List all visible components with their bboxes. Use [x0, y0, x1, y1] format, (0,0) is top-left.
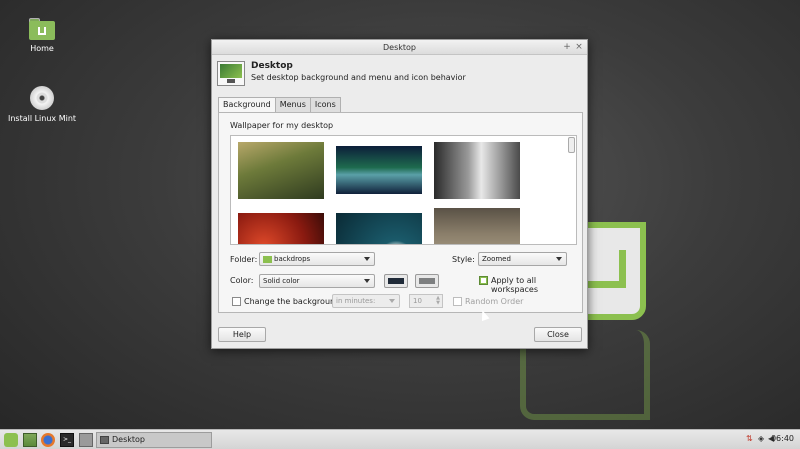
- window-close-button[interactable]: ×: [574, 40, 584, 55]
- home-folder-icon: [29, 18, 55, 40]
- minutes-spinner[interactable]: 10 ▲ ▼: [409, 294, 443, 308]
- tab-background[interactable]: Background: [218, 97, 276, 113]
- color-mode-value: Solid color: [263, 277, 300, 285]
- chevron-down-icon: [389, 299, 395, 303]
- taskbar-window-label: Desktop: [112, 435, 145, 444]
- apply-all-workspaces-label: Apply to all workspaces: [491, 276, 538, 294]
- background-panel: Wallpaper for my desktop Folder: backdro…: [218, 112, 583, 313]
- color-label: Color:: [230, 276, 254, 285]
- dialog-header: Desktop Set desktop background and menu …: [212, 55, 587, 89]
- change-background-label: Change the background: [244, 297, 341, 306]
- window-stick-button[interactable]: +: [562, 40, 572, 55]
- desktop-settings-icon: [217, 61, 245, 86]
- firefox-icon[interactable]: [41, 433, 55, 447]
- wallpaper-thumbnail[interactable]: [434, 142, 520, 199]
- wallpaper-thumbnail[interactable]: [434, 208, 520, 244]
- wallpaper-scrollbar[interactable]: [568, 137, 575, 153]
- secondary-color-button[interactable]: [415, 274, 439, 288]
- tab-icons[interactable]: Icons: [309, 97, 341, 112]
- tab-menus[interactable]: Menus: [274, 97, 311, 112]
- color-swatch: [388, 278, 404, 284]
- spinner-arrows-icon: ▲ ▼: [436, 295, 440, 306]
- desktop-icon-label: Install Linux Mint: [7, 114, 77, 123]
- wallpaper-section-label: Wallpaper for my desktop: [230, 121, 334, 130]
- taskbar-window-button[interactable]: Desktop: [96, 432, 212, 448]
- header-title: Desktop: [251, 61, 293, 71]
- change-background-checkbox[interactable]: [232, 297, 241, 306]
- show-desktop-icon[interactable]: [79, 433, 93, 447]
- folder-label: Folder:: [230, 255, 258, 264]
- desktop-icon-install-mint[interactable]: Install Linux Mint: [7, 86, 77, 124]
- window-title: Desktop: [383, 43, 416, 52]
- network-disconnected-icon[interactable]: ⇅: [746, 434, 753, 443]
- header-subtitle: Set desktop background and menu and icon…: [251, 73, 466, 82]
- interval-select[interactable]: in minutes:: [332, 294, 400, 308]
- style-label: Style:: [452, 255, 475, 264]
- disc-icon: [30, 86, 54, 110]
- folder-select[interactable]: backdrops: [259, 252, 375, 266]
- random-order-label: Random Order: [465, 297, 524, 306]
- window-icon: [100, 436, 109, 444]
- wallpaper-grid[interactable]: [230, 135, 577, 245]
- primary-color-button[interactable]: [384, 274, 408, 288]
- taskbar: >_ Desktop ⇅ ◈ ◀ 06:40: [0, 429, 800, 449]
- shield-icon[interactable]: ◈: [758, 434, 764, 443]
- desktop-settings-dialog: Desktop + × Desktop Set desktop backgrou…: [211, 39, 588, 349]
- tab-bar: Background Menus Icons: [218, 97, 341, 113]
- desktop-icon-home[interactable]: Home: [7, 18, 77, 54]
- file-manager-icon[interactable]: [23, 433, 37, 447]
- chevron-down-icon: [364, 257, 370, 261]
- chevron-down-icon: [556, 257, 562, 261]
- color-mode-select[interactable]: Solid color: [259, 274, 375, 288]
- wallpaper-thumbnail[interactable]: [238, 142, 324, 199]
- wallpaper-thumbnail[interactable]: [336, 213, 422, 244]
- desktop-icon-label: Home: [30, 44, 54, 53]
- wallpaper-thumbnail[interactable]: [336, 146, 422, 194]
- color-swatch: [419, 278, 435, 284]
- window-titlebar[interactable]: Desktop + ×: [212, 40, 587, 55]
- folder-value: backdrops: [274, 255, 311, 263]
- chevron-down-icon: [364, 279, 370, 283]
- help-button[interactable]: Help: [218, 327, 266, 342]
- apply-all-workspaces-checkbox[interactable]: [479, 276, 488, 285]
- minutes-value: 10: [413, 297, 422, 305]
- style-value: Zoomed: [482, 255, 511, 263]
- random-order-checkbox[interactable]: [453, 297, 462, 306]
- mint-menu-icon[interactable]: [4, 433, 18, 447]
- wallpaper-thumbnail[interactable]: [238, 213, 324, 244]
- clock[interactable]: 06:40: [771, 434, 794, 443]
- style-select[interactable]: Zoomed: [478, 252, 567, 266]
- folder-icon: [263, 256, 272, 263]
- close-button[interactable]: Close: [534, 327, 582, 342]
- interval-value: in minutes:: [336, 297, 376, 305]
- terminal-icon[interactable]: >_: [60, 433, 74, 447]
